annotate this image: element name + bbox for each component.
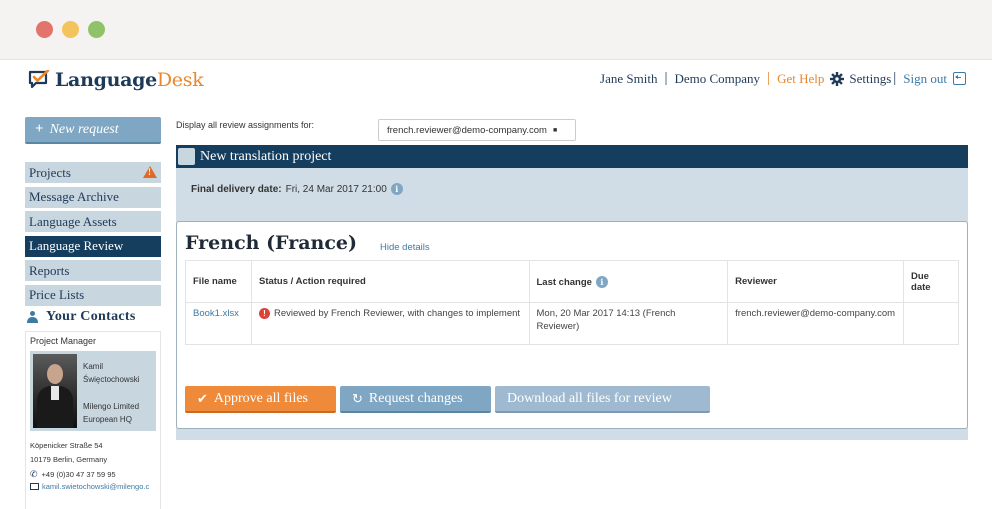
pm-address: Köpenicker Straße 54 10179 Berlin, Germa… bbox=[30, 439, 156, 467]
file-link[interactable]: Book1.xlsx bbox=[193, 308, 239, 319]
address-line: 10179 Berlin, Germany bbox=[30, 455, 108, 464]
top-navigation: Jane Smith | Demo Company | Get Help Set… bbox=[600, 70, 966, 87]
window-titlebar bbox=[0, 0, 992, 60]
request-changes-label: Request changes bbox=[368, 390, 463, 406]
settings-link[interactable]: Settings bbox=[849, 71, 891, 87]
pm-name: Kamil Święctochowski bbox=[83, 362, 140, 384]
sign-out-link[interactable]: Sign out bbox=[903, 71, 947, 87]
contacts-title-text: Your Contacts bbox=[46, 309, 136, 324]
checkmark-icon: ✔ bbox=[197, 390, 208, 406]
column-due-date: Due date bbox=[903, 260, 959, 303]
sidebar-item-label: Reports bbox=[29, 262, 70, 278]
table-row: Book1.xlsx ! Reviewed by French Reviewer… bbox=[185, 302, 959, 345]
phone-icon: ✆ bbox=[30, 469, 38, 479]
file-name-cell: Book1.xlsx bbox=[185, 302, 252, 345]
person-icon bbox=[27, 311, 38, 323]
project-manager-info: Kamil Święctochowski Milengo Limited Eur… bbox=[77, 354, 153, 428]
reviewer-select[interactable]: french.reviewer@demo-company.com ■ bbox=[378, 119, 576, 141]
phone-number: +49 (0)30 47 37 59 95 bbox=[41, 470, 116, 479]
browser-window: LanguageDesk Jane Smith | Demo Company |… bbox=[0, 0, 992, 509]
sidebar-item-label: Message Archive bbox=[29, 189, 119, 204]
column-reviewer: Reviewer bbox=[727, 260, 905, 303]
project-manager-label: Project Manager bbox=[30, 336, 97, 346]
pm-phone: ✆ +49 (0)30 47 37 59 95 bbox=[30, 469, 156, 480]
main-content: Display all review assignments for: fren… bbox=[176, 117, 968, 440]
email-link[interactable]: kamil.swietochowski@milengo.c bbox=[42, 482, 149, 491]
info-icon[interactable]: i bbox=[595, 275, 608, 288]
app-logo[interactable]: LanguageDesk bbox=[28, 68, 204, 92]
sidebar-item-price-lists[interactable]: Price Lists bbox=[25, 284, 161, 306]
pm-email: kamil.swietochowski@milengo.c bbox=[30, 482, 156, 491]
filter-label: Display all review assignments for: bbox=[176, 120, 315, 130]
nav-separator: | bbox=[893, 70, 897, 86]
download-label: Download all files for review bbox=[507, 390, 672, 406]
sidebar-item-language-assets[interactable]: Language Assets bbox=[25, 211, 161, 232]
request-changes-button[interactable]: ↻ Request changes bbox=[340, 386, 491, 413]
files-table: File name Status / Action required Last … bbox=[185, 260, 959, 345]
refresh-icon: ↻ bbox=[352, 390, 363, 406]
plus-icon: + bbox=[35, 121, 44, 137]
address-line: Köpenicker Straße 54 bbox=[30, 441, 103, 450]
last-change-cell: Mon, 20 Mar 2017 14:13 (French Reviewer) bbox=[528, 302, 729, 345]
sign-out-icon[interactable] bbox=[953, 72, 966, 85]
column-file-name: File name bbox=[185, 260, 252, 303]
sidebar: + New request Projects Message Archive L… bbox=[25, 117, 161, 509]
due-date-cell bbox=[903, 302, 959, 345]
get-help-link[interactable]: Get Help bbox=[777, 71, 824, 87]
company-link[interactable]: Demo Company bbox=[674, 71, 760, 87]
user-name-link[interactable]: Jane Smith bbox=[600, 71, 657, 87]
mail-icon bbox=[30, 483, 39, 490]
language-panel: French (France) Hide details File name S… bbox=[176, 221, 968, 429]
new-request-label: New request bbox=[49, 121, 119, 137]
sidebar-item-label: Language Review bbox=[29, 238, 124, 253]
sidebar-menu: Projects Message Archive Language Assets… bbox=[25, 162, 161, 306]
contacts-heading: Your Contacts bbox=[25, 309, 161, 325]
download-all-button[interactable]: Download all files for review bbox=[495, 386, 710, 413]
approve-all-button[interactable]: ✔ Approve all files bbox=[185, 386, 336, 413]
dropdown-arrow-icon: ■ bbox=[552, 126, 558, 134]
reviewer-select-value: french.reviewer@demo-company.com bbox=[387, 124, 547, 136]
new-request-button[interactable]: + New request bbox=[25, 117, 161, 144]
approve-label: Approve all files bbox=[213, 390, 308, 406]
contact-card: Project Manager Kamil Święctochowski Mil… bbox=[25, 331, 161, 509]
filter-row: Display all review assignments for: fren… bbox=[176, 117, 968, 143]
avatar bbox=[33, 354, 77, 428]
sidebar-item-label: Language Assets bbox=[29, 213, 117, 229]
hide-details-link[interactable]: Hide details bbox=[380, 242, 430, 253]
sidebar-item-reports[interactable]: Reports bbox=[25, 260, 161, 281]
reviewer-cell: french.reviewer@demo-company.com bbox=[727, 302, 905, 345]
project-checkbox[interactable] bbox=[178, 148, 195, 165]
logo-text: LanguageDesk bbox=[55, 69, 204, 91]
status-text: Reviewed by French Reviewer, with change… bbox=[273, 308, 521, 319]
project-body: Final delivery date: Fri, 24 Mar 2017 21… bbox=[176, 168, 968, 440]
minimize-window-button[interactable] bbox=[62, 21, 79, 38]
sidebar-item-label: Projects bbox=[29, 164, 71, 180]
status-cell: ! Reviewed by French Reviewer, with chan… bbox=[250, 302, 530, 345]
alert-icon: ! bbox=[258, 308, 270, 319]
delivery-date-label: Final delivery date: bbox=[191, 183, 282, 195]
project-manager-box: Kamil Święctochowski Milengo Limited Eur… bbox=[30, 351, 156, 431]
nav-separator: | bbox=[664, 70, 668, 86]
maximize-window-button[interactable] bbox=[88, 21, 105, 38]
gear-icon[interactable] bbox=[830, 71, 845, 86]
delivery-date: Final delivery date: Fri, 24 Mar 2017 21… bbox=[176, 183, 968, 195]
close-window-button[interactable] bbox=[36, 21, 53, 38]
pm-company: Milengo Limited European HQ bbox=[83, 402, 140, 424]
column-status: Status / Action required bbox=[250, 260, 530, 303]
sidebar-item-projects[interactable]: Projects bbox=[25, 162, 161, 183]
warning-icon bbox=[143, 166, 157, 178]
sidebar-item-message-archive[interactable]: Message Archive bbox=[25, 186, 161, 208]
language-title: French (France) bbox=[185, 232, 357, 254]
sidebar-item-label: Price Lists bbox=[29, 287, 85, 302]
table-header-row: File name Status / Action required Last … bbox=[185, 260, 959, 303]
project-title: New translation project bbox=[200, 148, 332, 164]
sidebar-item-language-review[interactable]: Language Review bbox=[25, 235, 161, 257]
info-icon[interactable]: i bbox=[390, 183, 403, 195]
delivery-date-value: Fri, 24 Mar 2017 21:00 bbox=[285, 183, 387, 195]
column-last-change: Last change i bbox=[528, 260, 729, 303]
nav-separator: | bbox=[767, 70, 771, 86]
project-header[interactable]: New translation project bbox=[176, 145, 968, 168]
chat-check-icon bbox=[28, 70, 50, 90]
action-buttons: ✔ Approve all files ↻ Request changes Do… bbox=[185, 386, 714, 413]
